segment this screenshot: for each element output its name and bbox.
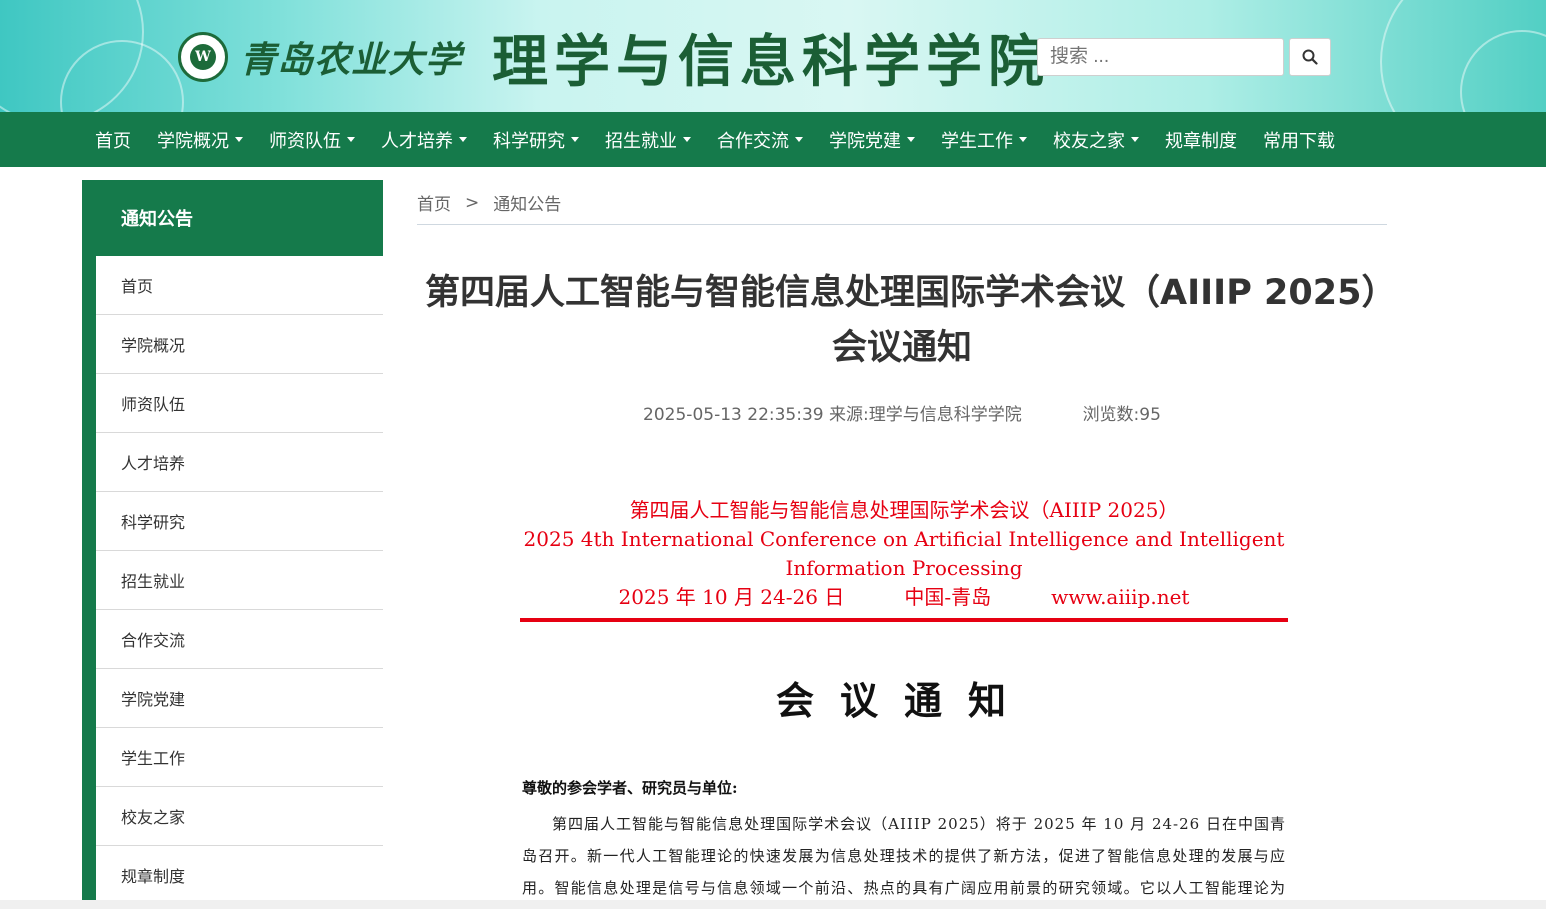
breadcrumb-separator: > [465, 192, 480, 213]
nav-item-label: 首页 [95, 130, 131, 152]
article-title: 第四届人工智能与智能信息处理国际学术会议（AIIIP 2025）会议通知 [425, 273, 1379, 368]
nav-item-8[interactable]: 学生工作 [928, 112, 1040, 167]
site-header: W 青岛农业大学 理学与信息科学学院 [0, 0, 1546, 112]
nav-item-6[interactable]: 合作交流 [704, 112, 816, 167]
sidebar-item-5[interactable]: 招生就业 [96, 551, 383, 610]
article-date: 2025-05-13 22:35:39 [643, 405, 824, 425]
nav-item-2[interactable]: 师资队伍 [256, 112, 368, 167]
nav-item-label: 学院党建 [829, 130, 901, 152]
breadcrumb-divider [417, 224, 1387, 225]
caret-down-icon [235, 137, 243, 142]
site-logo[interactable]: W 青岛农业大学 理学与信息科学学院 [178, 22, 1050, 95]
caret-down-icon [1019, 137, 1027, 142]
sidebar-item-8[interactable]: 学生工作 [96, 728, 383, 787]
breadcrumb: 首页 > 通知公告 [417, 190, 561, 216]
nav-item-11[interactable]: 常用下载 [1250, 112, 1348, 167]
doc-place: 中国-青岛 [904, 585, 992, 609]
nav-item-label: 师资队伍 [269, 130, 341, 152]
doc-head-line3: 2025 年 10 月 24-26 日 中国-青岛 www.aiiip.net [516, 583, 1292, 612]
nav-item-label: 招生就业 [605, 130, 677, 152]
sidebar-accent-bar [82, 180, 96, 909]
source-label: 来源: [829, 405, 869, 425]
nav-item-9[interactable]: 校友之家 [1040, 112, 1152, 167]
search-button[interactable] [1289, 38, 1331, 76]
breadcrumb-current[interactable]: 通知公告 [493, 190, 561, 215]
sidebar-item-6[interactable]: 合作交流 [96, 610, 383, 669]
sidebar-item-10[interactable]: 规章制度 [96, 846, 383, 905]
horizontal-scrollbar[interactable] [0, 900, 1546, 909]
nav-item-label: 常用下载 [1263, 130, 1335, 152]
sidebar-item-9[interactable]: 校友之家 [96, 787, 383, 846]
caret-down-icon [683, 137, 691, 142]
main-nav-items: 首页 学院概况 师资队伍 人才培养 科学研究 招生就业 合作交流 学院党建 学生工作 校友之家 规章… [82, 112, 1348, 167]
sidebar-title: 通知公告 [96, 180, 383, 256]
university-seal-icon: W [178, 32, 228, 82]
sidebar: 通知公告 首页 学院概况 师资队伍 人才培养 科学研究 招生就业 合作交流 学院党建 学生工作校… [82, 180, 383, 909]
doc-date: 2025 年 10 月 24-26 日 [618, 585, 845, 609]
nav-item-label: 科学研究 [493, 130, 565, 152]
views-label: 浏览数: [1082, 405, 1140, 425]
sidebar-item-7[interactable]: 学院党建 [96, 669, 383, 728]
doc-head-line1: 第四届人工智能与智能信息处理国际学术会议（AIIIP 2025） [629, 498, 1179, 522]
nav-item-7[interactable]: 学院党建 [816, 112, 928, 167]
sidebar-item-4[interactable]: 科学研究 [96, 492, 383, 551]
article-meta: 2025-05-13 22:35:39 来源:理学与信息科学学院 浏览数:95 [417, 400, 1387, 425]
search-icon [1302, 49, 1318, 65]
nav-item-label: 人才培养 [381, 130, 453, 152]
caret-down-icon [571, 137, 579, 142]
search-input[interactable] [1037, 38, 1284, 76]
nav-item-label: 校友之家 [1053, 130, 1125, 152]
nav-item-10[interactable]: 规章制度 [1152, 112, 1250, 167]
sidebar-item-1[interactable]: 学院概况 [96, 315, 383, 374]
doc-paragraph: 第四届人工智能与智能信息处理国际学术会议（AIIIP 2025）将于 2025 … [522, 815, 1286, 897]
article-source: 理学与信息科学学院 [868, 405, 1022, 425]
nav-item-1[interactable]: 学院概况 [144, 112, 256, 167]
nav-item-label: 学生工作 [941, 130, 1013, 152]
view-count: 95 [1139, 405, 1161, 425]
doc-url: www.aiiip.net [1051, 585, 1190, 609]
college-name: 理学与信息科学学院 [492, 28, 1051, 95]
main-nav: 首页 学院概况 师资队伍 人才培养 科学研究 招生就业 合作交流 学院党建 学生工作 校友之家 规章… [0, 112, 1546, 167]
nav-item-label: 学院概况 [157, 130, 229, 152]
breadcrumb-home[interactable]: 首页 [417, 190, 451, 215]
nav-item-label: 规章制度 [1165, 130, 1237, 152]
sidebar-item-2[interactable]: 师资队伍 [96, 374, 383, 433]
nav-item-0[interactable]: 首页 [82, 112, 144, 167]
caret-down-icon [795, 137, 803, 142]
caret-down-icon [347, 137, 355, 142]
doc-notice-title: 会议通知 [775, 678, 1032, 723]
nav-item-5[interactable]: 招生就业 [592, 112, 704, 167]
doc-red-rule [520, 618, 1288, 622]
sidebar-item-3[interactable]: 人才培养 [96, 433, 383, 492]
doc-salutation: 尊敬的参会学者、研究员与单位: [522, 779, 738, 797]
seal-letter: W [190, 44, 216, 70]
caret-down-icon [459, 137, 467, 142]
nav-item-4[interactable]: 科学研究 [480, 112, 592, 167]
caret-down-icon [907, 137, 915, 142]
university-name: 青岛农业大学 [240, 39, 463, 81]
document-image: 第四届人工智能与智能信息处理国际学术会议（AIIIP 2025） 2025 4t… [500, 490, 1308, 909]
nav-item-label: 合作交流 [717, 130, 789, 152]
sidebar-list: 首页 学院概况 师资队伍 人才培养 科学研究 招生就业 合作交流 学院党建 学生工作 校友之家 规章… [96, 256, 383, 905]
document-header: 第四届人工智能与智能信息处理国际学术会议（AIIIP 2025） 2025 4t… [500, 496, 1308, 612]
caret-down-icon [1131, 137, 1139, 142]
sidebar-item-0[interactable]: 首页 [96, 256, 383, 315]
doc-head-line2: 2025 4th International Conference on Art… [523, 527, 1285, 580]
nav-item-3[interactable]: 人才培养 [368, 112, 480, 167]
